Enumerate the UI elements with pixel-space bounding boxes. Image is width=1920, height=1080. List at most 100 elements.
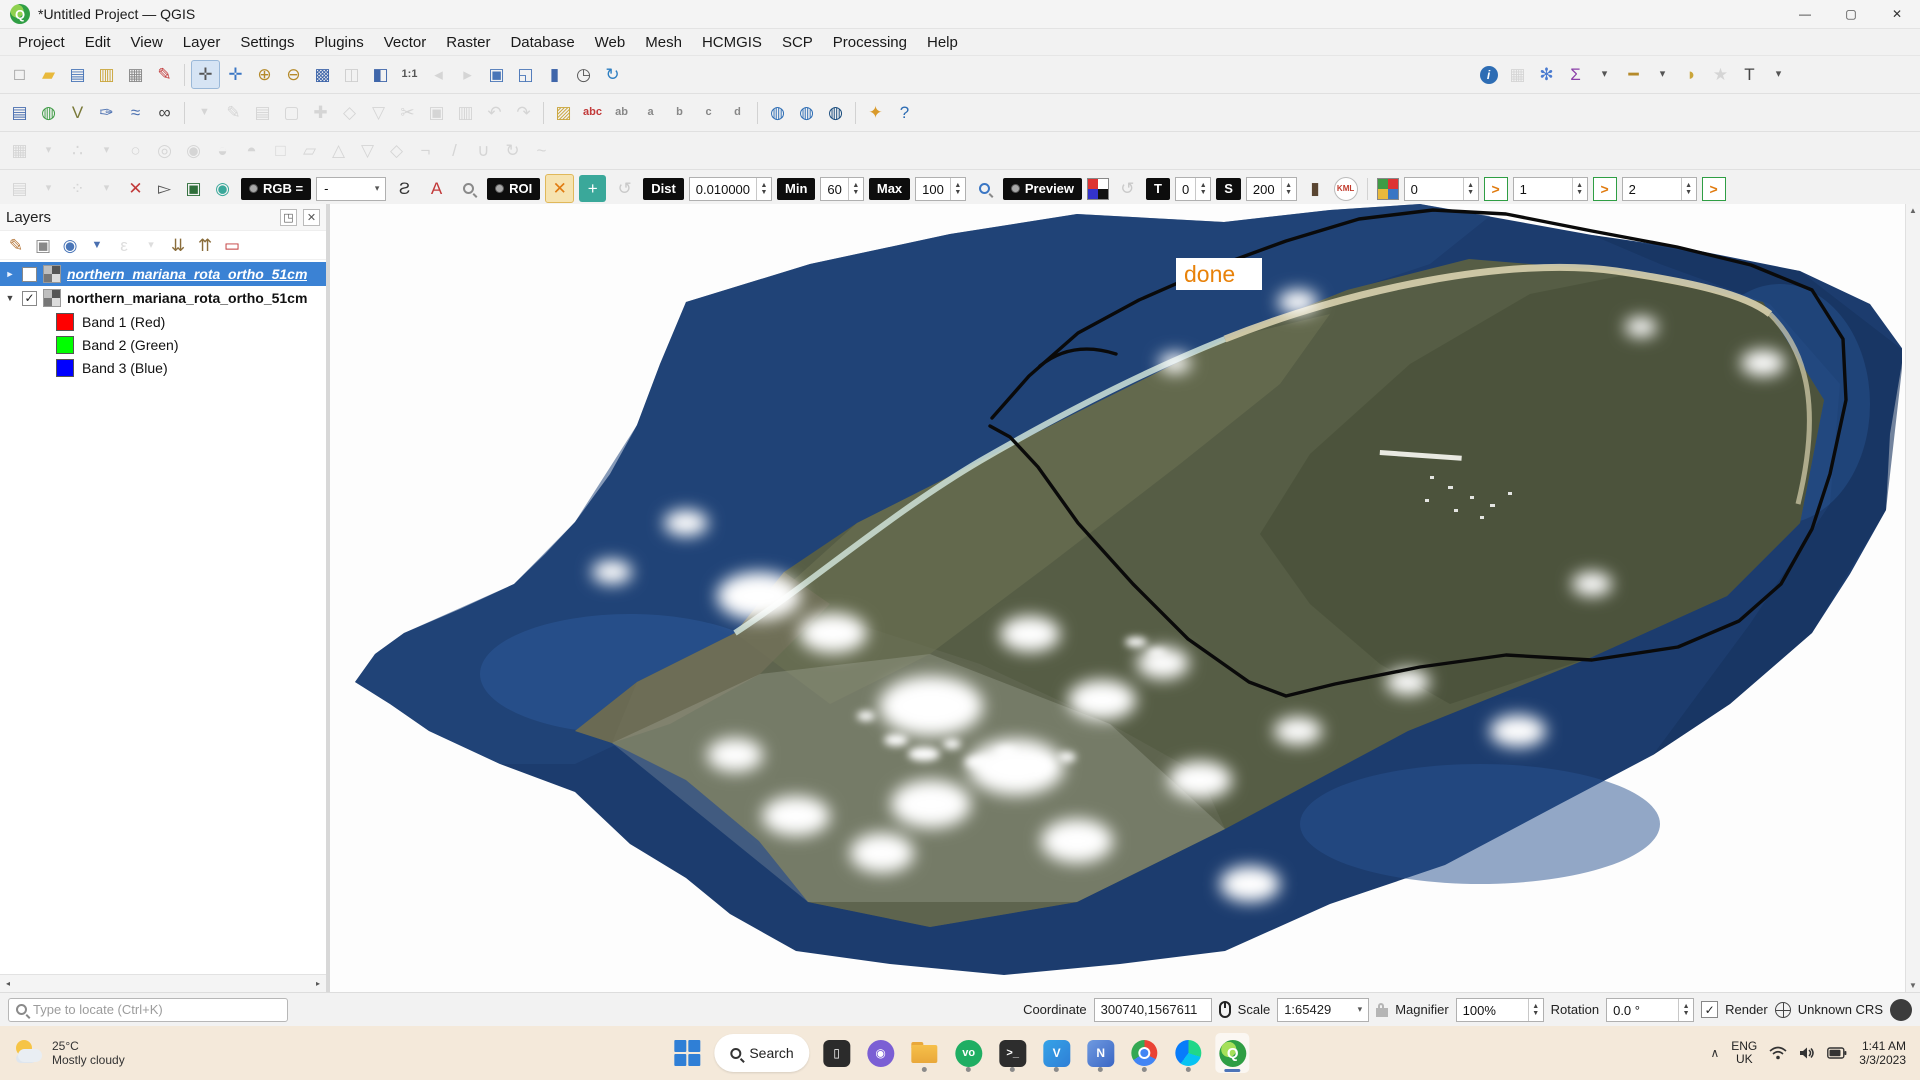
zoom-in-icon[interactable]: ⊕: [251, 61, 278, 88]
scp-roi-pointer-icon[interactable]: ✕: [545, 174, 574, 203]
add-layer-icon[interactable]: ◍: [35, 99, 62, 126]
scp-rgb-composite-icon[interactable]: [1087, 178, 1109, 200]
zoom-native-icon[interactable]: 1:1: [396, 61, 423, 88]
hcmgis-tools-icon[interactable]: ✦: [862, 99, 889, 126]
start-button[interactable]: [670, 1033, 704, 1073]
measure-dropdown-icon[interactable]: ▾: [1649, 61, 1676, 88]
toolbox-dropdown-icon[interactable]: ▾: [1591, 61, 1618, 88]
taskbar-search[interactable]: Search: [714, 1034, 809, 1072]
open-layer-styling-icon[interactable]: ✎: [4, 233, 28, 257]
float-panel-button[interactable]: ◳: [280, 209, 297, 226]
bookmarks-icon[interactable]: ▮: [541, 61, 568, 88]
add-group-icon[interactable]: ▣: [31, 233, 55, 257]
menu-help[interactable]: Help: [917, 34, 968, 51]
maximize-button[interactable]: ▢: [1828, 0, 1874, 28]
annotation-dropdown-icon[interactable]: ▾: [1765, 61, 1792, 88]
pan-map-icon[interactable]: ✛: [191, 60, 220, 89]
scp-rgb-combo[interactable]: -▾: [316, 177, 386, 201]
magnifier-spinner[interactable]: 100%: [1456, 998, 1544, 1022]
clock[interactable]: 1:41 AM 3/3/2023: [1859, 1039, 1906, 1067]
collapse-all-icon[interactable]: ⇈: [193, 233, 217, 257]
label-tool-1-icon[interactable]: a: [637, 99, 664, 126]
band-blue[interactable]: Band 3 (Blue): [0, 356, 326, 379]
new-project-icon[interactable]: □: [6, 61, 33, 88]
map-tips-icon[interactable]: ◗: [1678, 61, 1705, 88]
menu-processing[interactable]: Processing: [823, 34, 917, 51]
weather-widget[interactable]: 25°C Mostly cloudy: [0, 1039, 254, 1067]
georeferencer-icon[interactable]: ∞: [151, 99, 178, 126]
scp-zoom-preview-icon[interactable]: [971, 175, 998, 202]
temporal-controller-icon[interactable]: ◷: [570, 61, 597, 88]
filter-legend-icon[interactable]: ▼: [85, 233, 109, 257]
scp-remove-icon[interactable]: ✕: [122, 175, 149, 202]
help-contents-icon[interactable]: ?: [891, 99, 918, 126]
app-teams[interactable]: ◉: [864, 1033, 898, 1073]
layer-item-1[interactable]: ► northern_mariana_rota_ortho_51cm: [0, 262, 326, 286]
map-vertical-scrollbar[interactable]: ▲ ▼: [1905, 204, 1920, 992]
battery-icon[interactable]: [1827, 1047, 1847, 1059]
globe-3d-icon[interactable]: ◍: [822, 99, 849, 126]
close-button[interactable]: ✕: [1874, 0, 1920, 28]
scp-classification-grid-icon[interactable]: [1377, 178, 1399, 200]
scroll-left-icon[interactable]: ◂: [0, 979, 16, 988]
app-pycharm[interactable]: [1172, 1033, 1206, 1073]
expand-all-icon[interactable]: ⇊: [166, 233, 190, 257]
locate-search-input[interactable]: Type to locate (Ctrl+K): [8, 998, 288, 1022]
label-tool-3-icon[interactable]: c: [695, 99, 722, 126]
band-green[interactable]: Band 2 (Green): [0, 333, 326, 356]
menu-project[interactable]: Project: [8, 34, 75, 51]
radio-icon[interactable]: [1011, 184, 1020, 193]
rotation-spinner[interactable]: 0.0 °: [1606, 998, 1694, 1022]
scp-roi-add-icon[interactable]: +: [579, 175, 606, 202]
scp-class-spinner[interactable]: 0: [1404, 177, 1479, 201]
scp-zoom-roi-icon[interactable]: [455, 175, 482, 202]
manage-map-themes-icon[interactable]: ◉: [58, 233, 82, 257]
label-tool-2-icon[interactable]: b: [666, 99, 693, 126]
tray-chevron-icon[interactable]: ∧: [1710, 1046, 1719, 1060]
zoom-full-icon[interactable]: ▩: [309, 61, 336, 88]
app-upnote[interactable]: vo: [952, 1033, 986, 1073]
label-tool-4-icon[interactable]: d: [724, 99, 751, 126]
app-phone-link[interactable]: ▯: [820, 1033, 854, 1073]
menu-edit[interactable]: Edit: [75, 34, 121, 51]
scp-dist-spinner[interactable]: 0.010000: [689, 177, 772, 201]
scp-next-band1-icon[interactable]: >: [1593, 177, 1617, 201]
scale-combo[interactable]: 1:65429 ▾: [1277, 998, 1369, 1022]
menu-settings[interactable]: Settings: [230, 34, 304, 51]
crs-status[interactable]: Unknown CRS: [1798, 1002, 1883, 1017]
metasearch-icon[interactable]: ◍: [764, 99, 791, 126]
messages-icon[interactable]: [1890, 999, 1912, 1021]
scp-next-class-icon[interactable]: >: [1484, 177, 1508, 201]
open-project-icon[interactable]: ▰: [35, 61, 62, 88]
scale-lock-icon[interactable]: [1376, 1008, 1388, 1017]
new-virtual-layer-icon[interactable]: ✑: [93, 99, 120, 126]
layer2-checkbox[interactable]: ✓: [22, 291, 37, 306]
radio-icon[interactable]: [495, 184, 504, 193]
menu-plugins[interactable]: Plugins: [305, 34, 374, 51]
zoom-out-icon[interactable]: ⊖: [280, 61, 307, 88]
menu-view[interactable]: View: [121, 34, 173, 51]
zoom-to-layer-icon[interactable]: ◧: [367, 61, 394, 88]
scroll-right-icon[interactable]: ▸: [310, 979, 326, 988]
scp-kml-button[interactable]: KML: [1334, 177, 1358, 201]
scp-band1-spinner[interactable]: 1: [1513, 177, 1588, 201]
expand-arrow-icon[interactable]: ►: [4, 269, 16, 279]
scp-t-spinner[interactable]: 0: [1175, 177, 1211, 201]
scp-monitor-icon[interactable]: ▣: [180, 175, 207, 202]
text-annotation-icon[interactable]: T: [1736, 61, 1763, 88]
menu-database[interactable]: Database: [500, 34, 584, 51]
extent-toggle-icon[interactable]: [1219, 1001, 1231, 1018]
menu-vector[interactable]: Vector: [374, 34, 437, 51]
remove-layer-icon[interactable]: ▭: [220, 233, 244, 257]
identify-features-icon[interactable]: i: [1475, 61, 1502, 88]
close-panel-button[interactable]: ✕: [303, 209, 320, 226]
style-manager-icon[interactable]: ✎: [151, 61, 178, 88]
menu-hcmgis[interactable]: HCMGIS: [692, 34, 772, 51]
menu-web[interactable]: Web: [585, 34, 636, 51]
collapse-arrow-icon[interactable]: ▼: [4, 293, 16, 303]
scp-spectral-plot-icon[interactable]: Ƨ: [391, 175, 418, 202]
new-shapefile-icon[interactable]: V: [64, 99, 91, 126]
scp-band2-spinner[interactable]: 2: [1622, 177, 1697, 201]
app-n[interactable]: N: [1084, 1033, 1118, 1073]
scp-signature-icon[interactable]: A: [423, 175, 450, 202]
